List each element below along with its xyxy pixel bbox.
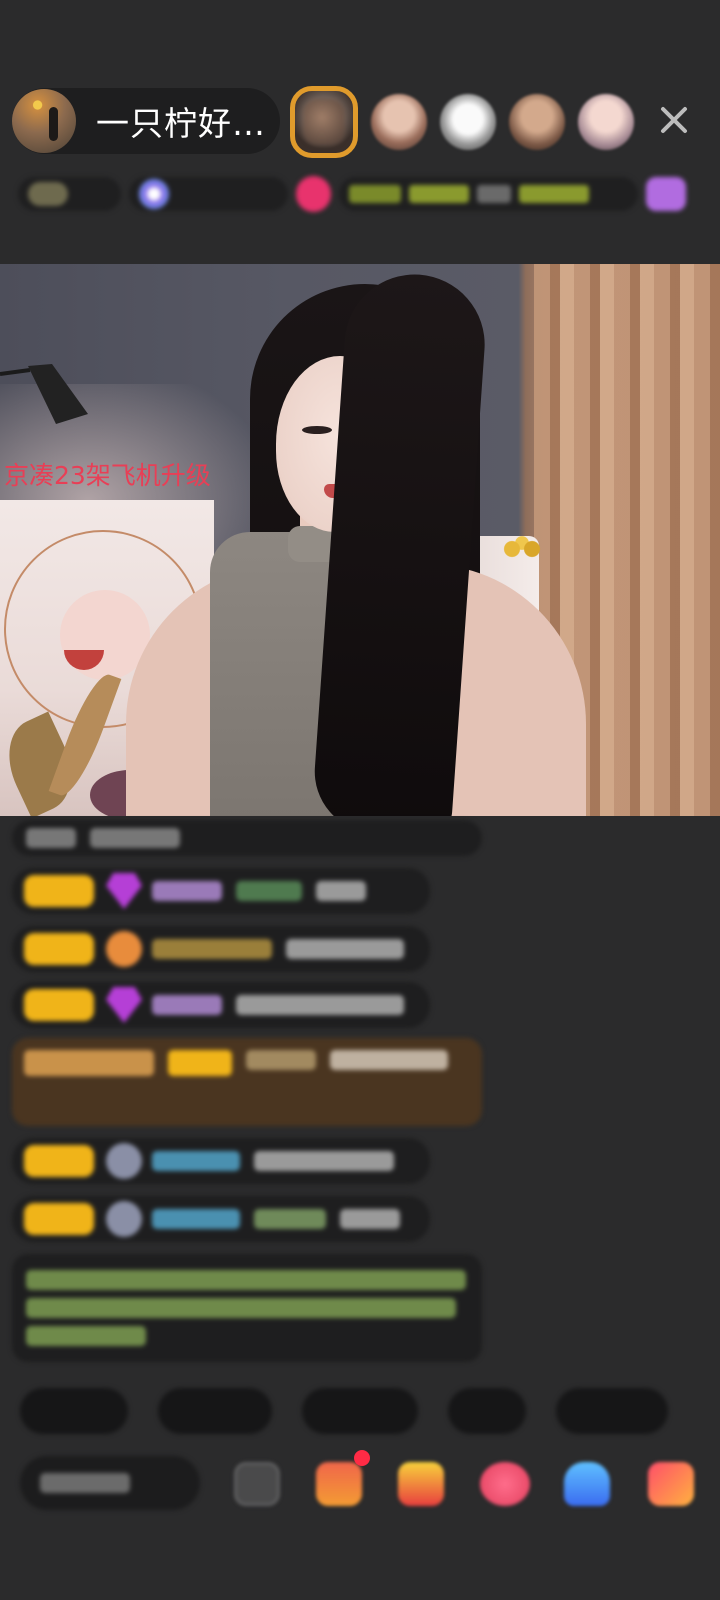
red-envelope-icon[interactable]	[398, 1462, 444, 1506]
chat-message[interactable]	[12, 926, 430, 972]
chat-message[interactable]	[12, 1138, 430, 1184]
flowers	[497, 534, 547, 564]
lamp-icon	[0, 364, 88, 424]
more-icon[interactable]	[234, 1462, 280, 1506]
chat-message[interactable]	[12, 868, 430, 914]
system-notice	[12, 1254, 482, 1362]
host-name: 一只柠好…	[96, 104, 266, 143]
fan-club-badge[interactable]	[129, 177, 288, 211]
quick-reply-chips	[20, 1388, 698, 1434]
viewer-avatar-3[interactable]	[440, 94, 496, 150]
chat-message[interactable]	[12, 820, 482, 856]
gift-rank-icon[interactable]	[646, 177, 687, 211]
chat-message[interactable]	[12, 1196, 430, 1242]
host-avatar[interactable]	[12, 89, 76, 153]
close-icon	[661, 107, 687, 133]
gift-box-icon[interactable]	[316, 1462, 362, 1506]
gift-announcement: 京凑23架飞机升级	[4, 461, 211, 490]
pink-badge-icon[interactable]	[295, 176, 332, 212]
chat-message-highlight[interactable]	[12, 1038, 482, 1126]
close-button[interactable]	[654, 100, 694, 140]
quick-reply-chip[interactable]	[556, 1388, 668, 1434]
quick-reply-chip[interactable]	[448, 1388, 526, 1434]
rank-badge[interactable]	[18, 177, 122, 211]
top-viewers-list	[290, 84, 647, 160]
live-video[interactable]: 京凑23架飞机升级	[0, 264, 720, 816]
badge-bar	[18, 170, 687, 218]
quick-reply-chip[interactable]	[158, 1388, 272, 1434]
quick-reply-chip[interactable]	[20, 1388, 128, 1434]
game-icon[interactable]	[564, 1462, 610, 1506]
top-viewer-avatar-1[interactable]	[290, 86, 358, 158]
viewer-avatar-2[interactable]	[371, 94, 427, 150]
activity-banner[interactable]	[339, 177, 639, 211]
host-info-pill[interactable]: 一只柠好…	[12, 88, 280, 154]
chat-message[interactable]	[12, 982, 430, 1028]
viewer-avatar-4[interactable]	[509, 94, 565, 150]
gift-icon[interactable]	[648, 1462, 694, 1506]
quick-reply-chip[interactable]	[302, 1388, 418, 1434]
comment-input[interactable]	[20, 1456, 200, 1510]
heart-icon[interactable]	[480, 1462, 530, 1506]
viewer-avatar-5[interactable]	[578, 94, 634, 150]
notification-dot	[354, 1450, 370, 1466]
